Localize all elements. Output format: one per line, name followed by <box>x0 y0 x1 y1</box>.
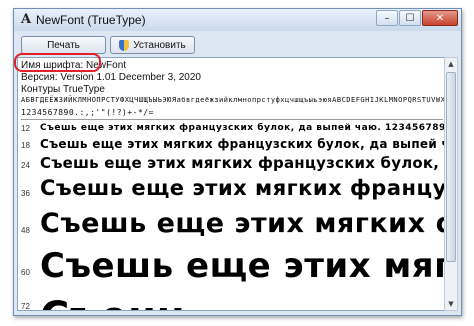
title-bar[interactable]: A NewFont (TrueType) – ☐ ✕ <box>14 9 461 31</box>
scroll-up-icon[interactable]: ▲ <box>445 58 457 70</box>
font-version-line: Версия: Version 1.01 December 3, 2020 <box>21 72 201 83</box>
size-label: 60 <box>21 268 30 277</box>
font-name-highlight <box>14 53 101 72</box>
sample-line: Съешь еще этих мягких французских булок,… <box>40 137 446 151</box>
install-button-label: Установить <box>133 39 186 51</box>
window-title: NewFont (TrueType) <box>36 13 146 27</box>
maximize-button[interactable]: ☐ <box>399 10 421 26</box>
scroll-down-icon[interactable]: ▼ <box>445 298 457 310</box>
size-label: 36 <box>21 189 30 198</box>
font-preview-area[interactable]: Имя шрифта: NewFont Версия: Version 1.01… <box>17 57 447 311</box>
size-label: 72 <box>21 302 30 311</box>
install-button[interactable]: Установить <box>110 36 195 54</box>
window-controls: – ☐ ✕ <box>375 10 458 26</box>
font-outline-line: Контуры TrueType <box>21 84 105 95</box>
charset-line-1: АБВГДЕЁЖЗИЙКЛМНОПРСТУФХЦЧШЩЪЫЬЭЮЯабвгдеё… <box>21 96 447 104</box>
print-button-label: Печать <box>47 39 80 51</box>
close-button[interactable]: ✕ <box>422 10 458 26</box>
divider <box>21 119 443 120</box>
shield-icon <box>119 39 130 51</box>
sample-line: Съешь еще этих мягких французских булок <box>40 208 446 239</box>
size-label: 12 <box>21 124 30 133</box>
charset-line-2: 1234567890.:,;'"(!?)+-*/= <box>21 108 154 117</box>
sample-line: Съешь еще этих мягких французских булок,… <box>40 123 447 133</box>
minimize-button[interactable]: – <box>376 10 398 26</box>
size-label: 18 <box>21 141 30 150</box>
scrollbar-thumb[interactable] <box>446 72 456 262</box>
font-file-icon: A <box>20 12 32 27</box>
size-label: 48 <box>21 226 30 235</box>
vertical-scrollbar[interactable]: ▲ ▼ <box>444 57 458 311</box>
sample-line: Съешь еще этих мягких фр <box>40 246 447 286</box>
sample-line: Съешь <box>40 294 197 310</box>
sample-line: Съешь еще этих мягких французских булок,… <box>40 154 446 172</box>
size-label: 24 <box>21 161 30 170</box>
print-button[interactable]: Печать <box>21 36 106 54</box>
sample-line: Съешь еще этих мягких французских булок,… <box>40 176 447 200</box>
